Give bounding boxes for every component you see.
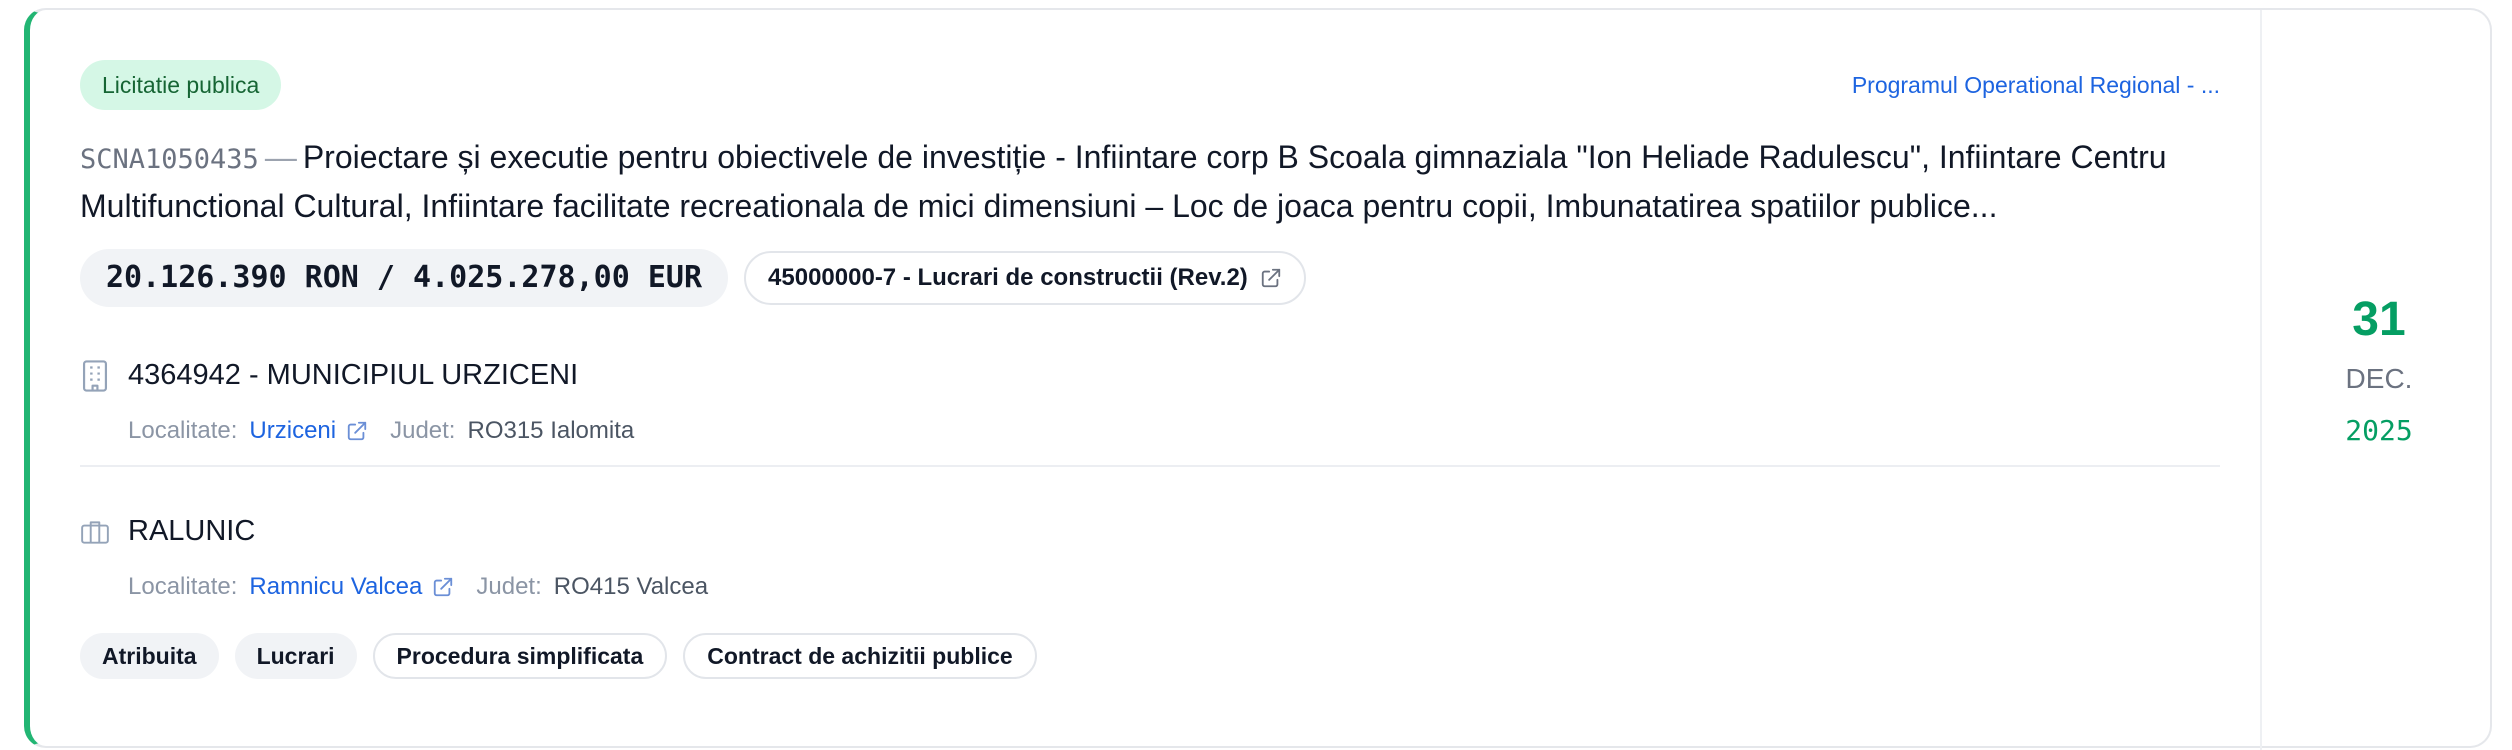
contracting-authority: 4364942 - MUNICIPIUL URZICENI Localitate…: [80, 355, 2220, 467]
tender-code: SCNA1050435: [80, 144, 259, 175]
tender-main: Licitatie publica Programul Operational …: [80, 60, 2220, 679]
tender-title[interactable]: SCNA1050435— Proiectare și executie pentr…: [80, 134, 2220, 229]
contract-type-tag: Contract de achizitii publice: [683, 633, 1037, 679]
procedure-type-badge: Licitatie publica: [80, 60, 282, 110]
title-separator: —: [264, 139, 297, 175]
supplier: RALUNIC Localitate: Ramnicu Valcea Judet…: [80, 511, 2220, 603]
divider: [80, 465, 2220, 467]
county-value: RO415 Valcea: [553, 573, 709, 600]
cpv-link[interactable]: 45000000-7 - Lucrari de constructii (Rev…: [744, 251, 1306, 305]
tender-title-text: Proiectare și executie pentru obiectivel…: [80, 139, 2167, 224]
estimated-value: 20.126.390 RON / 4.025.278,00 EUR: [80, 249, 729, 307]
category-tag: Lucrari: [234, 633, 357, 679]
date-year: 2025: [2345, 414, 2413, 447]
date-month: DEC.: [2345, 363, 2413, 394]
county-label: Judet:: [390, 417, 456, 444]
contracting-authority-meta: Localitate: Urziceni Judet: RO315 Ialomi…: [128, 415, 2220, 447]
date-day: 31: [2352, 293, 2406, 346]
cpv-label: 45000000-7 - Lucrari de constructii (Rev…: [768, 264, 1248, 291]
building-icon: [82, 360, 108, 392]
locality-label: Localitate:: [128, 417, 238, 444]
date-column: 31 DEC. 2025: [2260, 10, 2494, 750]
procedure-tag: Procedura simplificata: [372, 633, 668, 679]
program-link[interactable]: Programul Operational Regional - ...: [1852, 72, 2220, 99]
locality-label: Localitate:: [128, 573, 238, 600]
locality-link[interactable]: Urziceni: [249, 415, 336, 447]
county-value: RO315 Ialomita: [467, 417, 635, 444]
value-row: 20.126.390 RON / 4.025.278,00 EUR 450000…: [80, 249, 2220, 307]
tender-card[interactable]: Licitatie publica Programul Operational …: [24, 8, 2494, 750]
tender-header: Licitatie publica Programul Operational …: [80, 60, 2220, 110]
tags-row: Atribuita Lucrari Procedura simplificata…: [80, 633, 2220, 679]
contracting-authority-name[interactable]: 4364942 - MUNICIPIUL URZICENI: [128, 355, 2220, 395]
supplier-name[interactable]: RALUNIC: [128, 511, 2220, 551]
status-tag: Atribuita: [80, 633, 219, 679]
briefcase-icon: [81, 521, 109, 544]
external-link-icon[interactable]: [432, 576, 454, 598]
locality-link[interactable]: Ramnicu Valcea: [249, 571, 422, 603]
external-link-icon: [1261, 268, 1280, 288]
deadline-date: 31 DEC. 2025: [2262, 292, 2496, 448]
external-link-icon[interactable]: [346, 420, 368, 442]
county-label: Judet:: [476, 573, 542, 600]
supplier-meta: Localitate: Ramnicu Valcea Judet: RO415 …: [128, 571, 2220, 603]
